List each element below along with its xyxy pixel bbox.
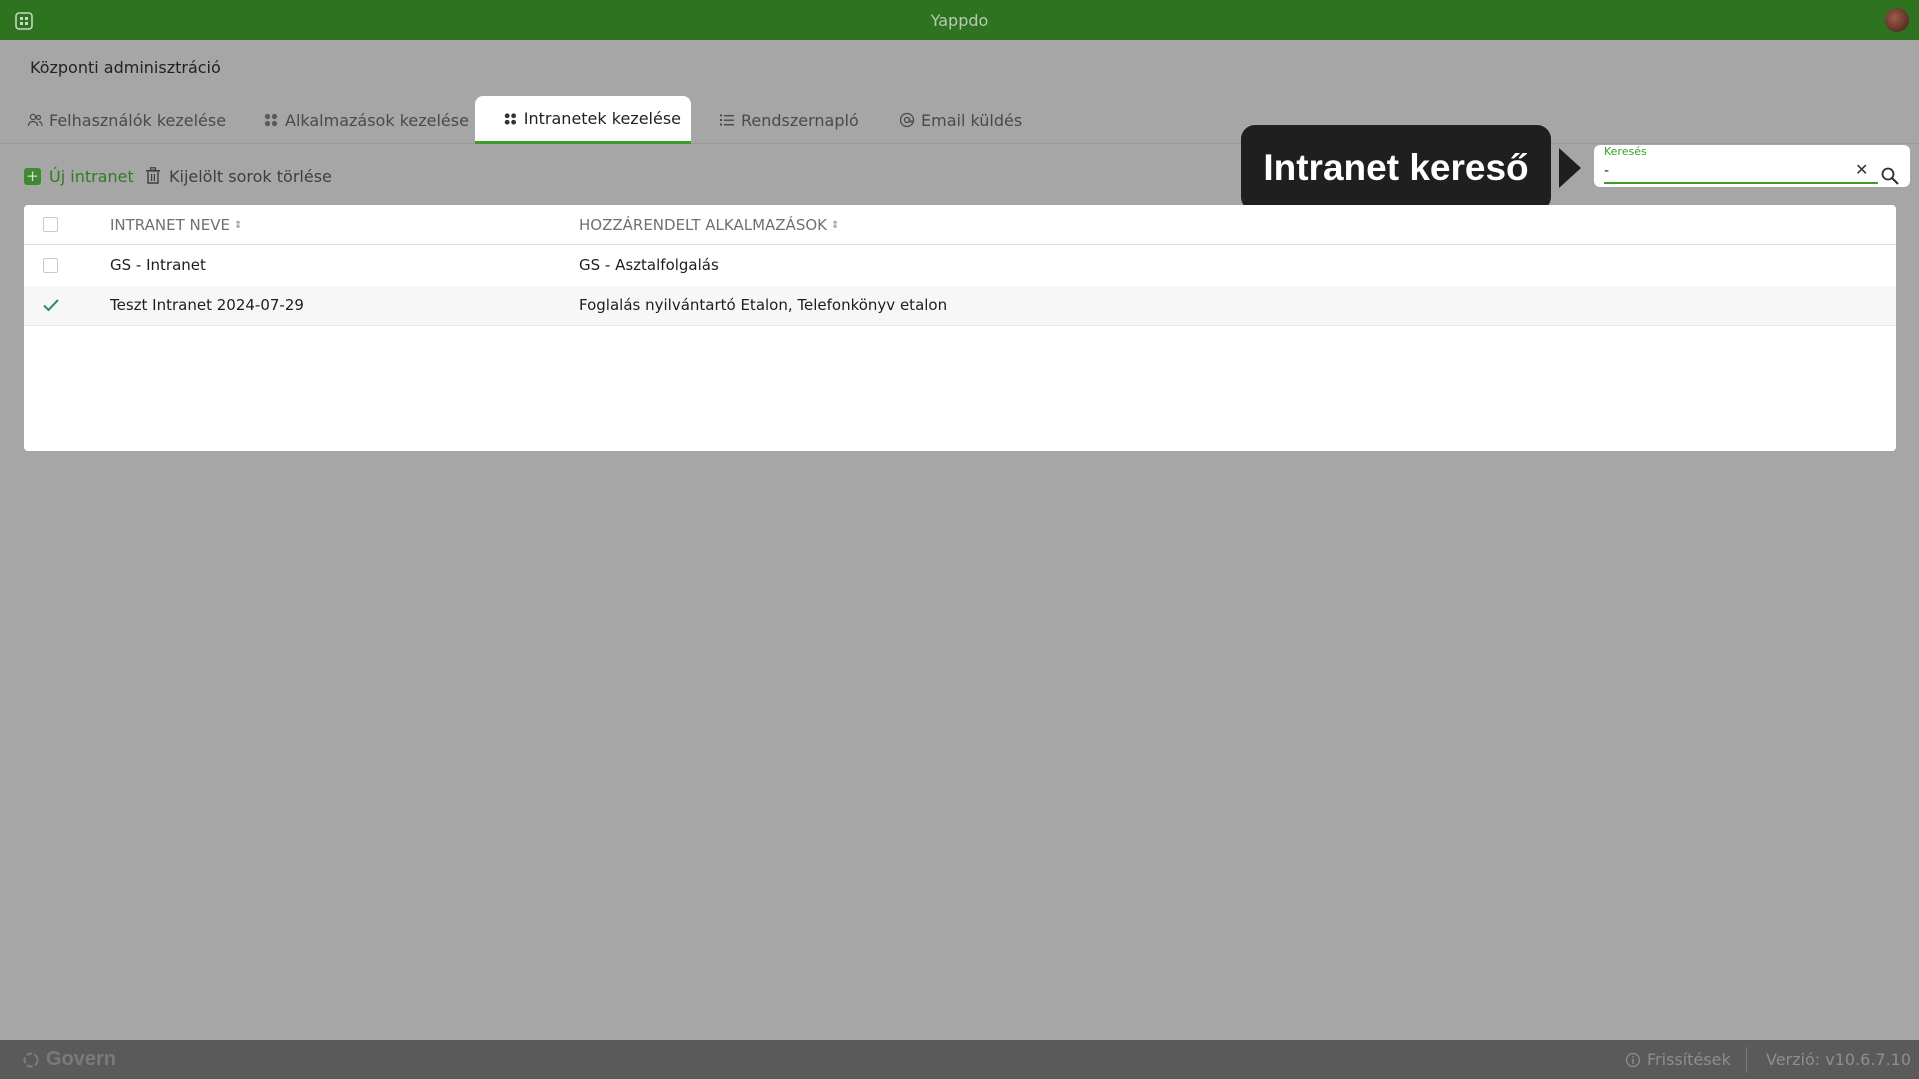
search-tooltip-text: Intranet kereső [1263,147,1529,188]
assigned-apps-cell: Foglalás nyilvántartó Etalon, Telefonkön… [579,296,948,314]
tab-bar: Felhasználók kezelése Alkalmazások kezel… [0,96,1919,144]
checkmark-icon[interactable] [42,296,60,314]
table-header: INTRANET NEVE ⇕ HOZZÁRENDELT ALKALMAZÁSO… [24,205,1896,245]
tab-system-log-label: Rendszernapló [741,110,859,130]
search-icon[interactable] [1880,166,1900,186]
new-intranet-button[interactable]: + Új intranet [24,164,134,188]
search-field[interactable]: Keresés ✕ [1594,145,1910,187]
delete-selected-label: Kijelölt sorok törlése [169,166,332,186]
page-title: Központi adminisztráció [30,58,221,77]
tab-users[interactable]: Felhasználók kezelése [17,96,236,144]
search-input[interactable] [1604,161,1854,181]
clear-icon[interactable]: ✕ [1855,160,1868,179]
updates-label: Frissítések [1647,1050,1731,1069]
tab-intranets-label: Intranetek kezelése [523,109,681,128]
column-header-apps-label: HOZZÁRENDELT ALKALMAZÁSOK [579,216,827,234]
users-icon [27,113,43,127]
tooltip-arrow [1559,148,1581,188]
tab-applications-label: Alkalmazások kezelése [285,110,469,130]
version-label: Verzió: v10.6.7.10 [1766,1050,1912,1069]
govern-logo-icon [23,1051,39,1068]
app-launcher-icon[interactable] [15,12,33,30]
info-icon [1625,1052,1641,1067]
tab-email-label: Email küldés [921,110,1023,130]
footer-divider [1746,1047,1747,1073]
footer-brand-label: Govern [46,1048,117,1070]
select-all-checkbox[interactable] [43,217,58,232]
table-row[interactable]: Teszt Intranet 2024-07-29 Foglalás nyilv… [24,286,1896,326]
assigned-apps-cell: GS - Asztalfolgalás [579,256,719,274]
search-underline [1604,182,1878,184]
tab-users-label: Felhasználók kezelése [49,110,227,130]
search-label: Keresés [1604,145,1647,158]
search-tooltip: Intranet kereső [1241,125,1551,211]
table-row[interactable]: GS - Intranet GS - Asztalfolgalás [24,246,1896,286]
footer-brand: Govern [22,1048,116,1071]
intranet-name-cell: Teszt Intranet 2024-07-29 [110,296,304,314]
footer: Govern Frissítések Verzió: v10.6.7.10 [0,1040,1919,1079]
new-intranet-label: Új intranet [49,166,134,186]
tab-email[interactable]: Email küldés [889,96,1032,144]
column-header-name[interactable]: INTRANET NEVE ⇕ [110,216,242,234]
column-header-apps[interactable]: HOZZÁRENDELT ALKALMAZÁSOK ⇕ [579,216,839,234]
row-checkbox[interactable] [43,258,58,273]
column-header-name-label: INTRANET NEVE [110,216,230,234]
updates-link[interactable]: Frissítések [1625,1050,1731,1069]
plus-icon: + [24,167,41,185]
sort-icon: ⇕ [830,219,840,231]
top-bar: Yappdo [0,0,1919,40]
intranet-table: INTRANET NEVE ⇕ HOZZÁRENDELT ALKALMAZÁSO… [24,205,1896,451]
tab-system-log[interactable]: Rendszernapló [709,96,869,144]
user-avatar[interactable] [1885,8,1909,32]
delete-selected-button[interactable]: Kijelölt sorok törlése [145,164,332,188]
tab-intranets[interactable]: Intranetek kezelése [475,96,691,144]
app-title: Yappdo [930,10,989,30]
list-icon [720,114,734,126]
trash-icon [146,167,160,184]
apps-grid-icon [264,113,278,127]
intranet-name-cell: GS - Intranet [110,256,206,274]
at-icon [899,112,915,128]
apps-grid-icon [504,112,517,125]
tab-applications[interactable]: Alkalmazások kezelése [253,96,479,144]
sort-icon: ⇕ [233,219,243,231]
